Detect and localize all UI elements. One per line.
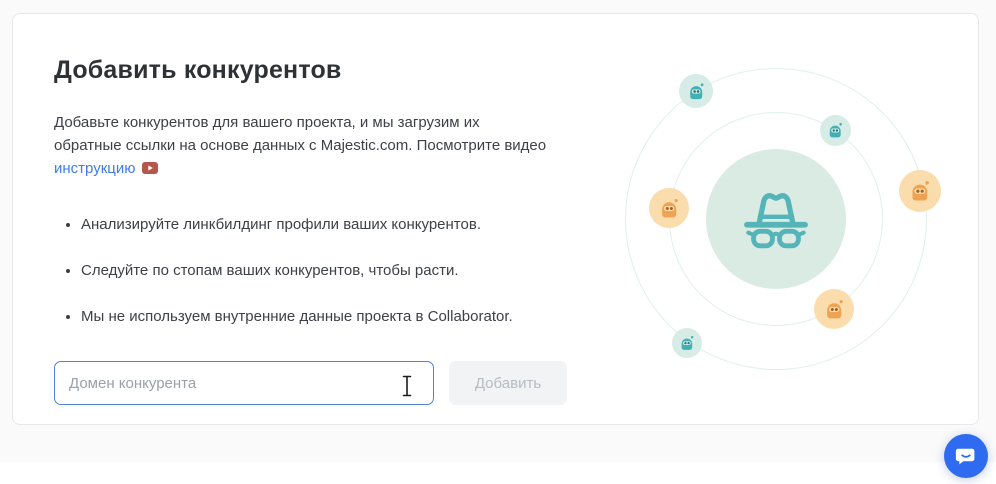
description-line: обратные ссылки на основе данных с Majes… (54, 134, 619, 157)
orbit-ring (669, 112, 883, 326)
video-instruction-link[interactable]: инструкцию (54, 160, 136, 177)
benefit-item: Мы не используем внутренние данные проек… (81, 308, 619, 326)
orbit-ring (625, 68, 927, 370)
competitor-bot-avatar (679, 74, 713, 108)
benefit-item: Следуйте по стопам ваших конкурентов, чт… (81, 262, 619, 280)
add-competitor-form: Добавить (54, 361, 619, 405)
competitor-bot-avatar (649, 188, 689, 228)
incognito-circle (706, 149, 846, 289)
description: Добавьте конкурентов для вашего проекта,… (54, 111, 619, 180)
add-competitors-card: Добавить конкурентов Добавьте конкуренто… (12, 13, 979, 425)
description-link-line: инструкцию (54, 157, 619, 180)
chat-bubble-smile-icon (954, 444, 978, 468)
competitor-bot-avatar (899, 170, 941, 212)
competitor-bot-avatar (820, 115, 851, 146)
youtube-play-icon[interactable] (142, 162, 158, 174)
page-title: Добавить конкурентов (54, 56, 619, 85)
benefits-list: Анализируйте линкбилдинг профили ваших к… (54, 216, 619, 326)
chat-launcher-button[interactable] (944, 434, 988, 478)
bottom-strip (0, 462, 996, 484)
competitor-domain-input[interactable] (54, 361, 434, 405)
incognito-spy-icon (732, 175, 820, 263)
benefit-item: Анализируйте линкбилдинг профили ваших к… (81, 216, 619, 234)
add-button[interactable]: Добавить (449, 361, 567, 405)
competitor-bot-avatar (672, 328, 702, 358)
competitor-bot-avatar (814, 289, 854, 329)
description-line: Добавьте конкурентов для вашего проекта,… (54, 111, 619, 134)
card-content: Добавить конкурентов Добавьте конкуренто… (54, 56, 619, 405)
